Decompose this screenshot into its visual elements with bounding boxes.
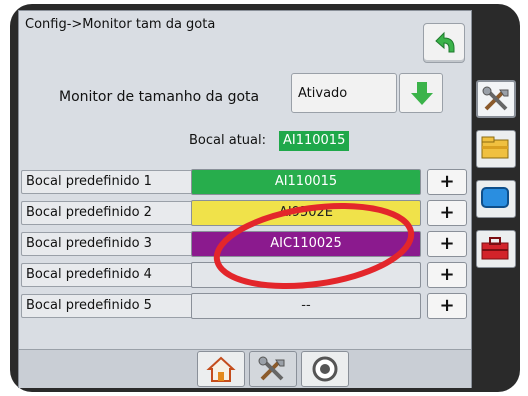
preset-value-field[interactable]: -- <box>191 293 421 319</box>
current-nozzle-value: AI110015 <box>279 131 350 151</box>
preset-label: Bocal predefinido 3 <box>21 232 193 256</box>
side-folder-button[interactable] <box>476 130 516 168</box>
side-toolbox-button[interactable] <box>476 230 516 268</box>
dropdown-button[interactable] <box>399 73 443 113</box>
add-preset-button[interactable]: + <box>427 231 467 257</box>
side-tools-button[interactable] <box>476 80 516 118</box>
preset-value-field[interactable] <box>191 262 421 288</box>
monitor-select[interactable]: Ativado <box>291 73 453 117</box>
monitor-icon <box>481 187 509 208</box>
tools-icon <box>482 86 509 111</box>
home-icon <box>206 356 236 382</box>
gauge-icon <box>312 356 338 382</box>
preset-label: Bocal predefinido 4 <box>21 263 193 287</box>
bottom-nav-bar <box>19 349 471 388</box>
preset-label: Bocal predefinido 5 <box>21 294 193 318</box>
preset-row: Bocal predefinido 1 AI110015 + <box>19 167 471 195</box>
current-nozzle-label: Bocal atual: <box>189 133 266 148</box>
preset-label: Bocal predefinido 2 <box>21 201 193 225</box>
tools-tab-button[interactable] <box>249 351 297 387</box>
preset-row: Bocal predefinido 4 + <box>19 260 471 288</box>
gauge-button[interactable] <box>301 351 349 387</box>
tools-icon <box>258 356 285 381</box>
toolbox-icon <box>481 237 509 260</box>
home-button[interactable] <box>197 351 245 387</box>
monitor-label: Monitor de tamanho da gota <box>59 89 260 105</box>
add-preset-button[interactable]: + <box>427 200 467 226</box>
back-button[interactable] <box>423 23 465 63</box>
folder-icon <box>481 136 509 159</box>
preset-row: Bocal predefinido 3 AIC110025 + <box>19 229 471 257</box>
back-arrow-icon <box>435 31 455 53</box>
monitor-value[interactable]: Ativado <box>291 73 397 113</box>
side-monitor-button[interactable] <box>476 180 516 218</box>
preset-value-field[interactable]: AI9502E <box>191 200 421 226</box>
add-preset-button[interactable]: + <box>427 293 467 319</box>
add-preset-button[interactable]: + <box>427 262 467 288</box>
preset-row: Bocal predefinido 5 -- + <box>19 291 471 319</box>
preset-value-field[interactable]: AIC110025 <box>191 231 421 257</box>
preset-value-field[interactable]: AI110015 <box>191 169 421 195</box>
preset-label: Bocal predefinido 1 <box>21 170 193 194</box>
add-preset-button[interactable]: + <box>427 169 467 195</box>
preset-row: Bocal predefinido 2 AI9502E + <box>19 198 471 226</box>
config-screen: Config->Monitor tam da gota Monitor de t… <box>18 10 472 388</box>
page-title: Config->Monitor tam da gota <box>25 17 216 32</box>
green-down-arrow-icon <box>411 82 433 105</box>
